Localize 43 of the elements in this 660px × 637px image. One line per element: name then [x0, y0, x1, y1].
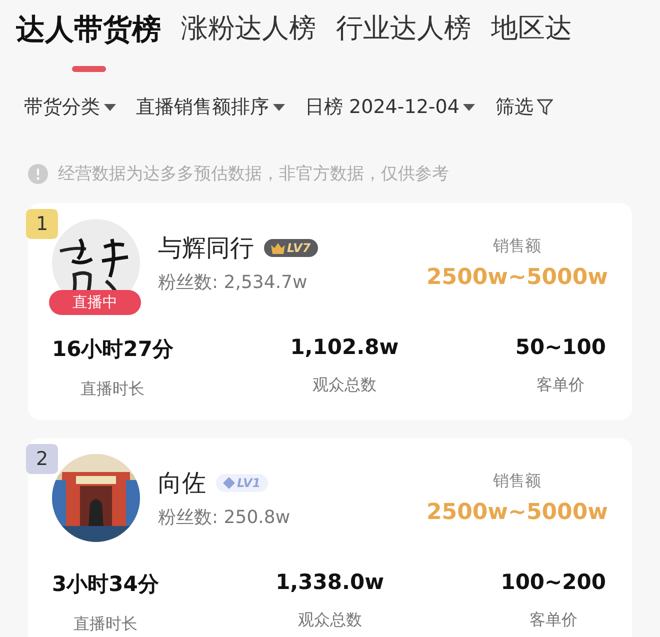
stat-label: 直播时长: [80, 379, 145, 400]
stat-label: 观众总数: [298, 610, 362, 631]
filter-dropdown[interactable]: 筛选: [495, 94, 554, 120]
sales-label: 销售额: [493, 236, 542, 257]
stat-value: 16小时27分: [52, 336, 174, 363]
live-badge: 直播中: [49, 290, 141, 315]
notice-text: 经营数据为达多多预估数据，非官方数据，仅供参考: [58, 163, 449, 185]
sales-amount: 2500w~5000w: [426, 265, 608, 290]
stat-label: 客单价: [529, 610, 578, 631]
stat-label: 客单价: [536, 375, 585, 396]
info-icon: [28, 164, 48, 184]
tab[interactable]: 地区达: [491, 10, 572, 72]
fans-count: 粉丝数: 250.8w: [158, 506, 292, 529]
stat-value: 1,102.8w: [290, 335, 399, 359]
streamer-name: 与辉同行: [158, 233, 254, 264]
diamond-icon: [223, 477, 235, 489]
filter-icon: [537, 98, 554, 116]
stat-value: 1,338.0w: [276, 570, 384, 594]
sales-label: 销售额: [493, 471, 542, 492]
rank-badge: 1: [26, 209, 58, 239]
stat-value: 100~200: [500, 570, 606, 594]
tab[interactable]: 达人带货榜: [16, 10, 161, 72]
tab[interactable]: 涨粉达人榜: [181, 10, 316, 72]
level-badge: LV1: [216, 474, 268, 492]
filter-dropdown[interactable]: 带货分类: [24, 94, 116, 120]
caret-icon: [463, 104, 476, 110]
crown-icon: [271, 242, 285, 254]
streamer-name: 向佐: [158, 468, 206, 499]
stat-value: 3小时34分: [52, 571, 159, 598]
stat-label: 观众总数: [312, 375, 376, 396]
caret-icon: [104, 104, 116, 110]
sales-amount: 2500w~5000w: [426, 500, 608, 525]
caret-icon: [273, 104, 285, 110]
fans-count: 粉丝数: 2,534.7w: [158, 271, 308, 294]
stat-label: 直播时长: [73, 614, 138, 635]
rank-badge: 2: [26, 444, 58, 474]
filter-dropdown[interactable]: 直播销售额排序: [136, 94, 285, 120]
filter-dropdown[interactable]: 日榜 2024-12-04: [305, 94, 476, 120]
tab[interactable]: 行业达人榜: [336, 10, 471, 72]
ranking-card[interactable]: 2 向佐 LV1 粉丝数: 250.8w 销售额 2500w~5000w 3小时34分 直播时长 1,338.0w 观众总数 100~200 客单价: [28, 438, 632, 637]
stat-value: 50~100: [515, 335, 606, 359]
ranking-card[interactable]: 1 直播中 与辉同行 LV7 粉丝数: 2,534.7w 销售额 2500w~5000w 16小时27分 直播时长 1,102.8w 观众总数 50~100 客单价: [28, 203, 632, 420]
level-badge: LV7: [264, 239, 318, 257]
